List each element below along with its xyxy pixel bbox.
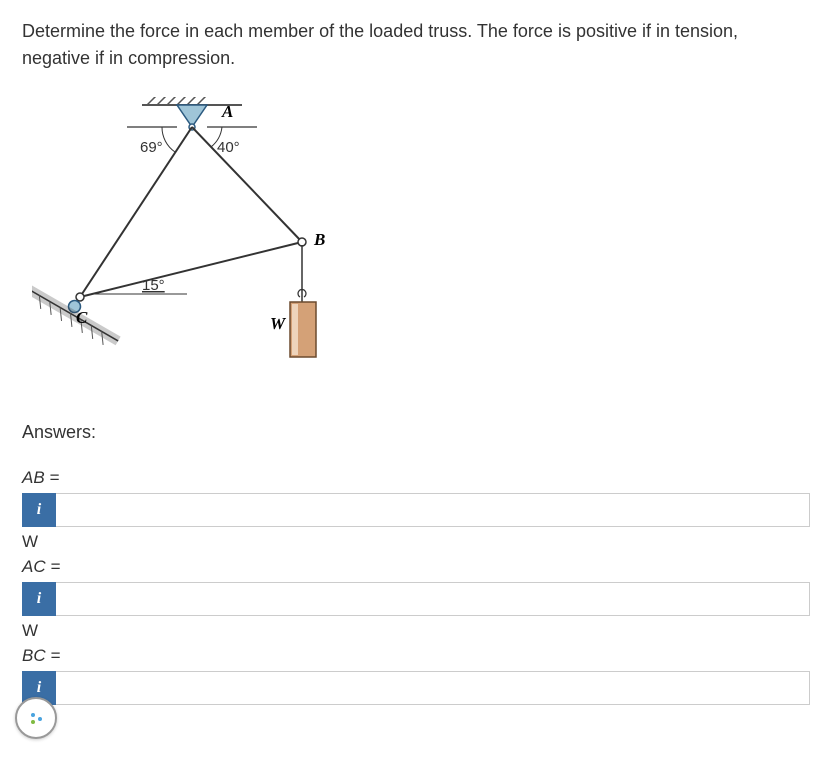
answers-heading: Answers:	[22, 422, 810, 443]
answer-row-ac: AC = i W	[22, 557, 810, 641]
label-bc: BC =	[22, 646, 810, 666]
info-icon[interactable]: i	[22, 582, 56, 616]
angle-40: 40°	[217, 139, 240, 156]
unit-ac: W	[22, 621, 810, 641]
answer-row-bc: BC = i	[22, 646, 810, 705]
label-w: W	[270, 314, 287, 333]
label-c: C	[76, 308, 88, 327]
angle-15: 15°	[142, 277, 165, 294]
label-a: A	[221, 102, 233, 121]
info-icon[interactable]: i	[22, 493, 56, 527]
label-ab: AB =	[22, 468, 810, 488]
angle-69: 69°	[140, 139, 163, 156]
truss-figure: A 69° 40° B W	[32, 97, 810, 392]
label-b: B	[313, 230, 325, 249]
unit-ab: W	[22, 532, 810, 552]
label-ac: AC =	[22, 557, 810, 577]
cookie-settings-button[interactable]	[15, 697, 57, 739]
problem-statement: Determine the force in each member of th…	[22, 18, 810, 72]
input-ac[interactable]	[56, 582, 810, 616]
answer-row-ab: AB = i W	[22, 468, 810, 552]
input-ab[interactable]	[56, 493, 810, 527]
input-bc[interactable]	[56, 671, 810, 705]
cookie-icon	[24, 706, 48, 730]
